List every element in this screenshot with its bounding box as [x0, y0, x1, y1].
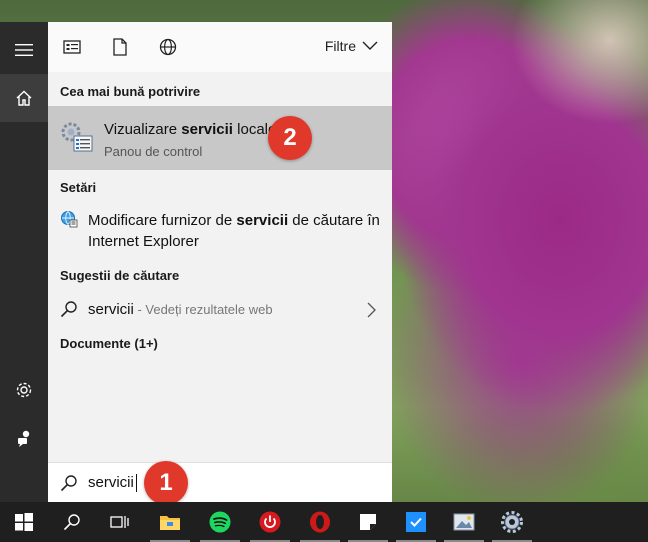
services-icon — [60, 120, 94, 154]
settings-result-label: Modificare furnizor de servicii de căuta… — [88, 212, 380, 250]
settings-gear-icon[interactable] — [0, 366, 48, 414]
filter-dropdown[interactable]: Filtre — [325, 38, 378, 54]
settings-gear-icon[interactable] — [488, 502, 536, 542]
windows-start-icon[interactable] — [0, 502, 48, 542]
hamburger-menu-icon[interactable] — [0, 26, 48, 74]
settings-heading: Setări — [60, 180, 97, 195]
web-suggestion-label: servicii - Vedeți rezultatele web — [88, 301, 273, 318]
taskbar — [0, 502, 648, 542]
search-box[interactable]: servicii 1 — [48, 461, 392, 505]
best-match-title: Vizualizare servicii locale — [104, 121, 277, 138]
step-badge-2: 2 — [268, 116, 312, 160]
opera-icon[interactable] — [296, 502, 344, 542]
todo-app-icon[interactable] — [392, 502, 440, 542]
chevron-down-icon — [362, 41, 378, 50]
search-input[interactable]: servicii — [88, 474, 137, 492]
search-icon[interactable] — [48, 502, 96, 542]
internet-options-icon — [60, 210, 78, 228]
home-icon[interactable] — [0, 74, 48, 122]
user-feedback-icon[interactable] — [0, 414, 48, 462]
best-match-subtitle: Panou de control — [104, 144, 203, 159]
sticky-notes-icon[interactable] — [344, 502, 392, 542]
start-menu-rail — [0, 22, 48, 502]
search-suggestions-heading: Sugestii de căutare — [60, 268, 180, 283]
power-app-icon[interactable] — [246, 502, 294, 542]
search-results-panel: Filtre Cea mai bună potrivire Vizualizar… — [48, 22, 392, 505]
settings-result-item[interactable]: Modificare furnizor de servicii de căuta… — [48, 204, 392, 258]
globe-icon[interactable] — [157, 36, 179, 58]
best-match-heading: Cea mai bună potrivire — [60, 84, 201, 99]
search-box-icon — [60, 474, 78, 492]
task-view-icon[interactable] — [96, 502, 144, 542]
start-menu: Filtre Cea mai bună potrivire Vizualizar… — [0, 22, 392, 505]
apps-icon[interactable] — [61, 36, 83, 58]
web-suggestion-item[interactable]: servicii - Vedeți rezultatele web — [48, 294, 392, 324]
spotify-icon[interactable] — [196, 502, 244, 542]
chevron-right-icon[interactable] — [367, 302, 376, 323]
photo-app-icon[interactable] — [440, 502, 488, 542]
filter-label: Filtre — [324, 38, 356, 54]
file-explorer-icon[interactable] — [146, 502, 194, 542]
documents-heading[interactable]: Documente (1+) — [60, 336, 158, 351]
search-icon — [60, 300, 78, 318]
document-icon[interactable] — [109, 36, 131, 58]
results-header: Filtre — [48, 22, 392, 72]
step-badge-1: 1 — [144, 461, 188, 505]
best-match-result[interactable]: Vizualizare servicii locale Panou de con… — [48, 106, 392, 170]
